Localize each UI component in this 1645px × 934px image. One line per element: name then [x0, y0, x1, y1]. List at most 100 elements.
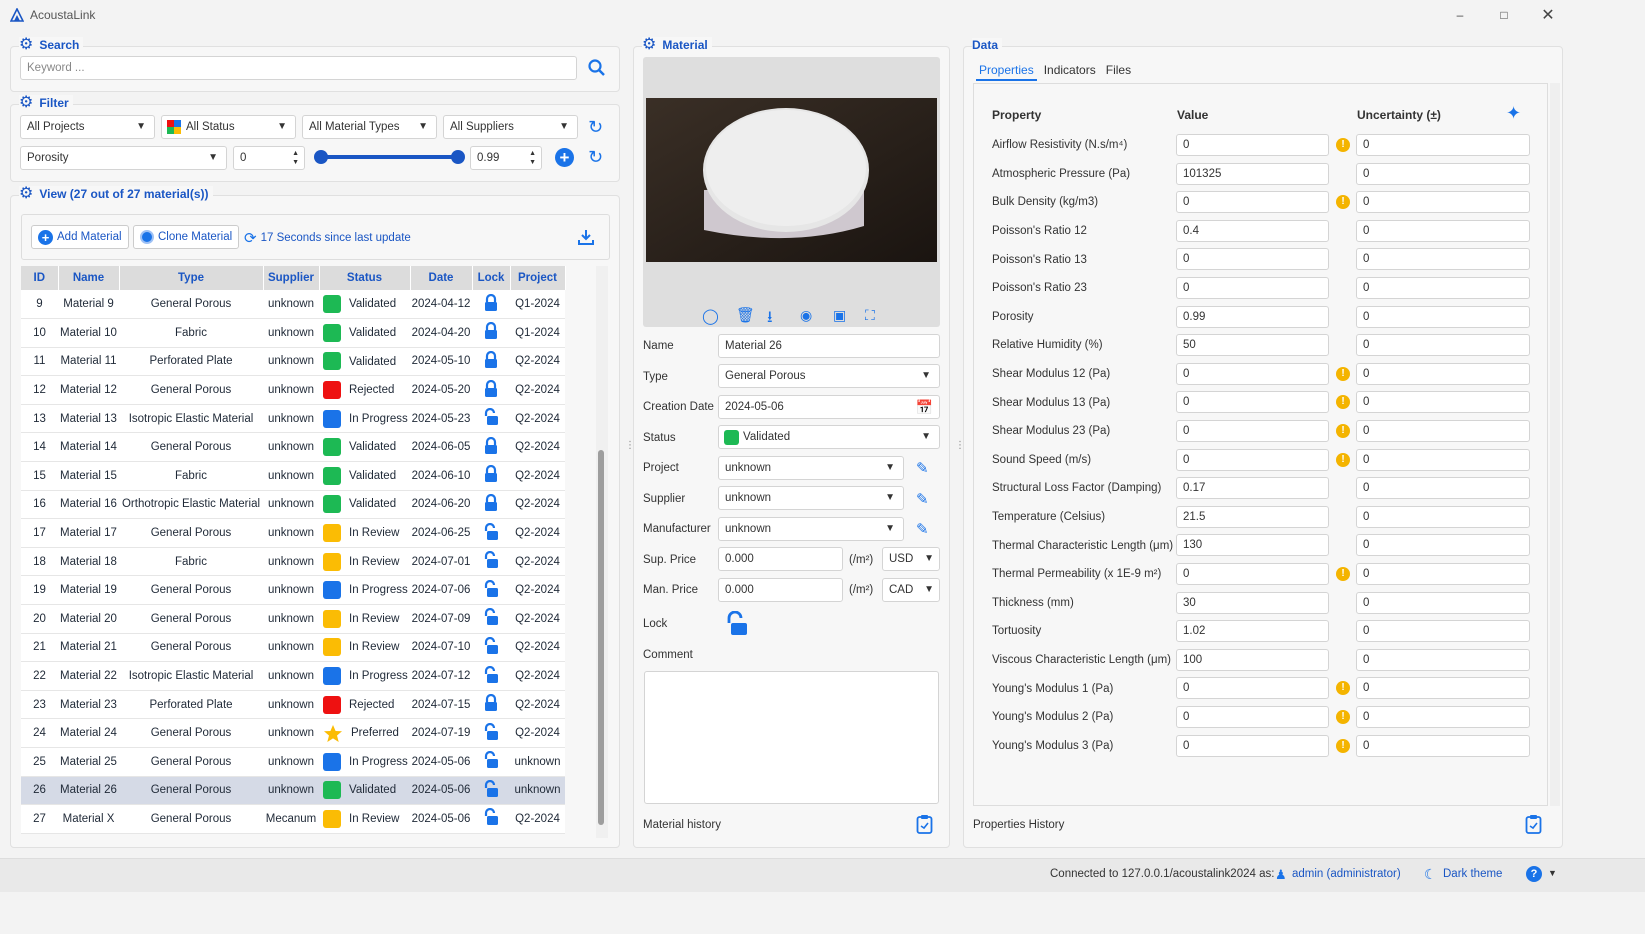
- supplier-select[interactable]: unknown ▼: [718, 486, 904, 510]
- status-select[interactable]: Validated ▼: [718, 425, 940, 449]
- lock-icon[interactable]: [484, 465, 498, 483]
- splitter-handle[interactable]: ⋮: [625, 440, 635, 451]
- min-value-spinbox[interactable]: 0 ▲ ▼: [233, 146, 305, 170]
- property-filter-select[interactable]: Porosity ▼: [20, 146, 227, 170]
- column-header[interactable]: Type: [119, 266, 264, 290]
- man-currency-select[interactable]: CAD ▼: [882, 578, 940, 602]
- fullscreen-icon[interactable]: ⛶: [865, 307, 875, 324]
- sup-currency-select[interactable]: USD ▼: [882, 547, 940, 571]
- maximize-icon[interactable]: □: [1482, 0, 1526, 29]
- add-filter-icon[interactable]: +: [555, 148, 574, 167]
- property-value-input[interactable]: 0: [1176, 248, 1329, 271]
- column-header[interactable]: Status: [319, 266, 411, 290]
- table-row[interactable]: 9 Material 9 General Porous unknown Validate…: [21, 290, 565, 320]
- table-row[interactable]: 21 Material 21 General Porous unknown In Rev…: [21, 633, 565, 663]
- sup-price-input[interactable]: 0.000: [718, 547, 843, 571]
- property-value-input[interactable]: 0.17: [1176, 477, 1329, 500]
- property-value-input[interactable]: 0: [1176, 448, 1329, 471]
- man-price-input[interactable]: 0.000: [718, 578, 843, 602]
- edit-manufacturer-icon[interactable]: ✎: [916, 520, 929, 538]
- column-header[interactable]: Supplier: [263, 266, 320, 290]
- project-select[interactable]: unknown ▼: [718, 456, 904, 480]
- camera-icon[interactable]: ◉: [800, 307, 812, 324]
- table-row[interactable]: 16 Material 16 Orthotropic Elastic Materia…: [21, 490, 565, 520]
- refresh-icon[interactable]: ↻: [588, 118, 603, 136]
- uncertainty-input[interactable]: 0: [1356, 591, 1530, 614]
- table-row[interactable]: 10 Material 10 Fabric unknown Validated 2024-…: [21, 318, 565, 348]
- table-row[interactable]: 23 Material 23 Perforated Plate unknown Reje…: [21, 690, 565, 720]
- lock-icon[interactable]: [484, 436, 498, 455]
- uncertainty-input[interactable]: 0: [1356, 391, 1530, 414]
- uncertainty-input[interactable]: 0: [1356, 305, 1530, 328]
- minimize-icon[interactable]: –: [1438, 0, 1482, 29]
- clipboard-history-icon[interactable]: [916, 814, 933, 834]
- uncertainty-input[interactable]: 0: [1356, 191, 1530, 214]
- column-header[interactable]: Date: [410, 266, 473, 290]
- uncertainty-input[interactable]: 0: [1356, 677, 1530, 700]
- table-row[interactable]: 19 Material 19 General Porous unknown In Pro…: [21, 575, 565, 606]
- uncertainty-input[interactable]: 0: [1356, 448, 1530, 471]
- image-icon[interactable]: ▣: [833, 307, 846, 324]
- uncertainty-input[interactable]: 0: [1356, 563, 1530, 585]
- uncertainty-input[interactable]: 0: [1356, 277, 1530, 299]
- uncertainty-input[interactable]: 0: [1356, 477, 1530, 500]
- property-value-input[interactable]: 100: [1176, 648, 1329, 671]
- table-row[interactable]: 27 Material X General Porous Mecanum In Revi…: [21, 804, 565, 834]
- chevron-down-icon[interactable]: ▼: [1548, 868, 1557, 878]
- material-type-filter-select[interactable]: All Material Types ▼: [302, 115, 437, 139]
- dark-theme-toggle[interactable]: Dark theme: [1443, 868, 1502, 880]
- unlock-icon[interactable]: [483, 522, 499, 541]
- column-header[interactable]: Project: [510, 266, 566, 290]
- unlock-icon[interactable]: [483, 579, 499, 598]
- tab-indicators[interactable]: Indicators: [1041, 61, 1099, 81]
- type-select[interactable]: General Porous ▼: [718, 364, 940, 388]
- uncertainty-input[interactable]: 0: [1356, 505, 1530, 528]
- lock-icon[interactable]: [484, 293, 498, 312]
- uncertainty-input[interactable]: 0: [1356, 219, 1530, 242]
- uncertainty-input[interactable]: 0: [1356, 162, 1530, 185]
- property-value-input[interactable]: 0: [1176, 362, 1329, 385]
- property-value-input[interactable]: 0: [1176, 677, 1329, 700]
- unlock-icon[interactable]: [483, 551, 499, 569]
- table-row[interactable]: 15 Material 15 Fabric unknown Validated 2024-…: [21, 461, 565, 491]
- unlock-icon[interactable]: [483, 808, 499, 826]
- delete-image-icon[interactable]: 🗑: [736, 306, 755, 324]
- reset-filter-icon[interactable]: ↻: [588, 148, 603, 166]
- property-value-input[interactable]: 130: [1176, 534, 1329, 557]
- table-scrollbar[interactable]: [596, 266, 608, 838]
- lock-icon[interactable]: [484, 694, 498, 712]
- hide-image-icon[interactable]: ◯: [702, 307, 719, 325]
- property-value-input[interactable]: 30: [1176, 591, 1329, 614]
- close-icon[interactable]: ✕: [1526, 0, 1570, 29]
- comment-textarea[interactable]: [644, 671, 939, 804]
- unlock-icon[interactable]: [483, 608, 499, 626]
- uncertainty-input[interactable]: 0: [1356, 706, 1530, 728]
- project-filter-select[interactable]: All Projects ▼: [20, 115, 155, 139]
- search-input[interactable]: Keyword ...: [20, 56, 577, 80]
- property-value-input[interactable]: 0: [1176, 734, 1329, 757]
- property-value-input[interactable]: 1.02: [1176, 620, 1329, 643]
- user-link[interactable]: admin (administrator): [1292, 868, 1401, 880]
- table-row[interactable]: 24 Material 24 General Porous unknown Prefer…: [21, 718, 565, 748]
- properties-scrollbar[interactable]: [1550, 83, 1560, 806]
- table-row[interactable]: 12 Material 12 General Porous unknown Reject…: [21, 375, 565, 405]
- property-value-input[interactable]: 0: [1176, 563, 1329, 585]
- property-value-input[interactable]: 0.99: [1176, 305, 1329, 328]
- unlock-icon[interactable]: [483, 636, 499, 655]
- range-slider-max-handle[interactable]: [451, 150, 465, 164]
- uncertainty-input[interactable]: 0: [1356, 734, 1530, 757]
- table-row[interactable]: 20 Material 20 General Porous unknown In Rev…: [21, 604, 565, 634]
- uncertainty-input[interactable]: 0: [1356, 362, 1530, 385]
- magic-wand-icon[interactable]: ✦: [1506, 103, 1521, 124]
- unlock-icon[interactable]: [483, 665, 499, 684]
- table-row[interactable]: 13 Material 13 Isotropic Elastic Material u…: [21, 404, 565, 434]
- uncertainty-input[interactable]: 0: [1356, 334, 1530, 357]
- range-slider-track[interactable]: [320, 155, 458, 159]
- search-icon[interactable]: [588, 59, 606, 77]
- unlock-icon[interactable]: [483, 779, 499, 798]
- column-header[interactable]: Lock: [472, 266, 511, 290]
- property-value-input[interactable]: 0: [1176, 134, 1329, 156]
- edit-supplier-icon[interactable]: ✎: [916, 490, 929, 508]
- lock-icon[interactable]: [484, 350, 498, 369]
- name-input[interactable]: Material 26: [718, 334, 940, 358]
